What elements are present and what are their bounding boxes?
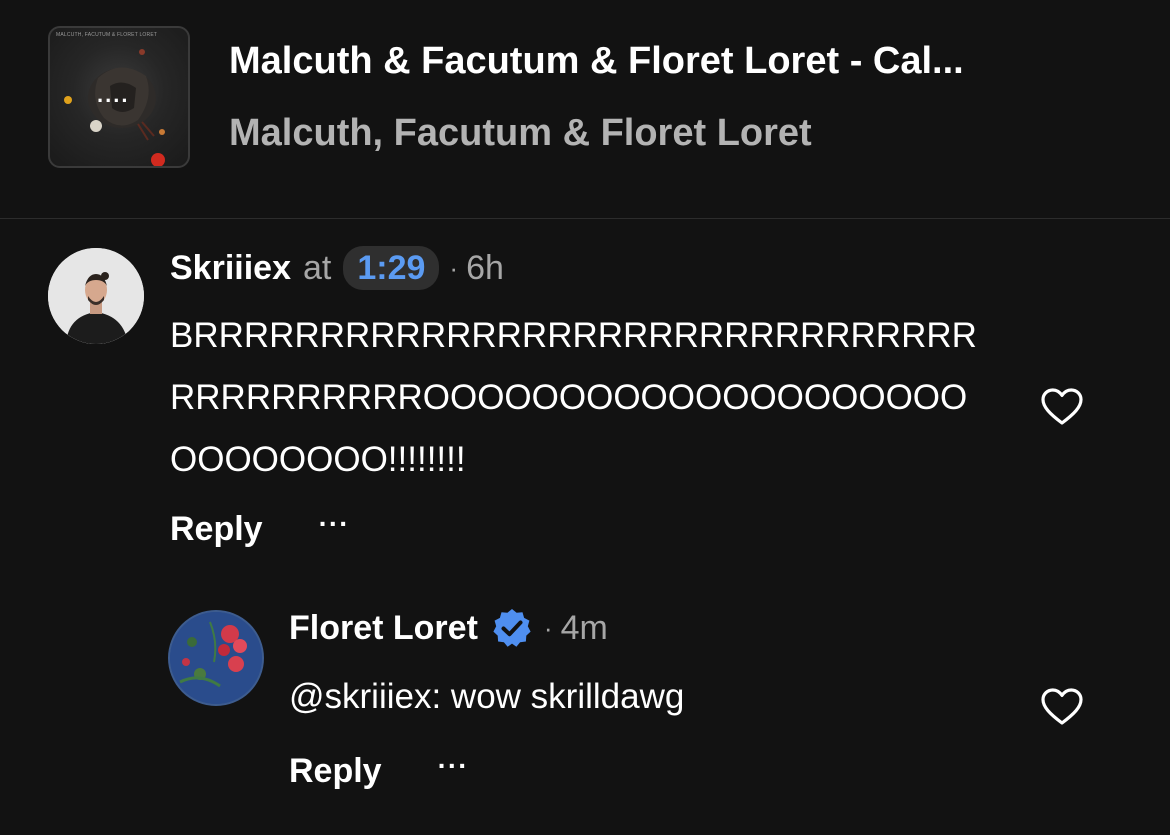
heart-icon: [1041, 688, 1083, 725]
like-button[interactable]: [1040, 687, 1084, 727]
separator-dot: ·: [543, 612, 553, 643]
username[interactable]: Skriiiex: [170, 249, 291, 288]
reply-button[interactable]: Reply: [170, 510, 263, 549]
timestamp-chip[interactable]: 1:29: [343, 246, 440, 290]
reply-actions: Reply ···: [289, 750, 469, 791]
track-artwork[interactable]: MALCUTH, FACUTUM & FLORET LORET ....: [48, 26, 190, 168]
track-header: MALCUTH, FACUTUM & FLORET LORET .... Mal…: [0, 0, 1170, 219]
like-button[interactable]: [1040, 387, 1084, 427]
reply-button[interactable]: Reply: [289, 752, 382, 791]
avatar[interactable]: [48, 248, 144, 344]
user-photo-icon: [48, 248, 144, 344]
track-title[interactable]: Malcuth & Facutum & Floret Loret - Cal..…: [229, 40, 1069, 83]
artwork-dots-icon: ....: [97, 82, 130, 107]
username[interactable]: Floret Loret: [289, 609, 478, 648]
reply-meta: Floret Loret · 4m: [289, 605, 608, 651]
track-artists[interactable]: Malcuth, Facutum & Floret Loret: [229, 112, 812, 155]
verified-badge-icon: [490, 606, 534, 650]
at-label: at: [302, 248, 332, 287]
comment-text: @skriiiex: wow skrilldawg: [289, 677, 685, 716]
comment-actions: Reply ···: [170, 508, 350, 549]
comment-meta: Skriiiex at 1:29 · 6h: [170, 245, 504, 291]
floral-avatar-icon: [170, 612, 262, 704]
comment-age: 6h: [466, 248, 504, 287]
comment-age: 4m: [560, 608, 608, 647]
heart-icon: [1041, 388, 1083, 425]
more-options-button[interactable]: ···: [319, 508, 350, 540]
separator-dot: ·: [449, 252, 459, 283]
comment-text: BRRRRRRRRRRRRRRRRRRRRRRRRRRRRRRRRRRRRRRR…: [170, 316, 977, 479]
more-options-button[interactable]: ···: [438, 750, 469, 782]
avatar[interactable]: [168, 610, 264, 706]
